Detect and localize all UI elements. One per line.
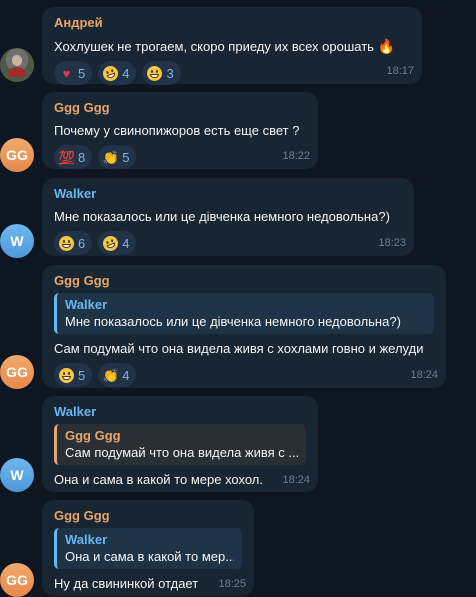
red-heart-icon: ♥ — [62, 65, 71, 81]
reaction-grin[interactable]: 6 — [54, 231, 93, 255]
reaction-count: 3 — [166, 65, 174, 81]
sender-name[interactable]: Ggg Ggg — [54, 100, 306, 116]
message-text: Ну да свининкой отдает — [54, 576, 199, 591]
reaction-heart[interactable]: ♥ 5 — [54, 61, 93, 85]
reaction-grin[interactable]: 5 — [54, 363, 93, 387]
reaction-rofl[interactable]: 4 — [98, 61, 137, 85]
grinning-face-icon — [147, 65, 163, 81]
message-time: 18:22 — [282, 150, 310, 162]
message-bubble[interactable]: Walker Мне показалось или це дівченка не… — [42, 178, 414, 256]
grinning-face-icon — [59, 235, 74, 251]
reactions: 💯 8 👏 5 — [54, 145, 306, 169]
reaction-clap[interactable]: 👏 5 — [98, 145, 137, 169]
message-text: Почему у свинопижоров есть еще свет ? — [54, 123, 300, 138]
rolling-laughing-icon — [101, 233, 121, 253]
message-time: 18:17 — [386, 65, 414, 77]
message-text: Сам подумай что она видела живя с хохлам… — [54, 341, 424, 356]
reaction-count: 5 — [78, 65, 86, 81]
avatar-walker[interactable]: W — [0, 458, 34, 492]
avatar-photo-body — [8, 67, 26, 77]
reply-quote[interactable]: Walker Она и сама в какой то мер... — [54, 528, 242, 569]
message-time: 18:24 — [282, 474, 310, 486]
avatar-walker[interactable]: W — [0, 224, 34, 258]
reactions: ♥ 5 4 3 — [54, 61, 410, 85]
hundred-points-icon: 💯 — [58, 149, 75, 165]
message-time: 18:24 — [410, 369, 438, 381]
quote-text: Сам подумай что она видела живя с ... — [65, 445, 298, 460]
clapping-hands-icon: 👏 — [102, 367, 119, 383]
quote-sender: Walker — [65, 297, 108, 312]
message-time: 18:25 — [218, 578, 246, 590]
clapping-hands-icon: 👏 — [102, 149, 119, 165]
message-text: Она и сама в какой то мере хохол. — [54, 472, 263, 487]
sender-name[interactable]: Ggg Ggg — [54, 508, 242, 524]
reaction-count: 8 — [78, 149, 86, 165]
avatar-ggg[interactable]: GG — [0, 138, 34, 172]
avatar-andrey[interactable] — [0, 48, 34, 82]
sender-name[interactable]: Андрей — [54, 15, 410, 31]
reaction-count: 4 — [122, 367, 130, 383]
reaction-clap[interactable]: 👏 4 — [98, 363, 137, 387]
reaction-count: 6 — [78, 235, 86, 251]
reply-quote[interactable]: Ggg Ggg Сам подумай что она видела живя … — [54, 424, 306, 465]
message-text: Мне показалось или це дівченка немного н… — [54, 209, 390, 224]
reaction-count: 5 — [78, 367, 86, 383]
reactions: 6 4 — [54, 231, 402, 255]
message-text-content: Хохлушек не трогаем, скоро приеду их все… — [54, 39, 374, 54]
message-text: Хохлушек не трогаем, скоро приеду их все… — [54, 37, 410, 56]
message-bubble[interactable]: Андрей Хохлушек не трогаем, скоро приеду… — [42, 7, 422, 85]
message-bubble[interactable]: Walker Ggg Ggg Сам подумай что она видел… — [42, 396, 318, 492]
message-bubble[interactable]: Ggg Ggg Почему у свинопижоров есть еще с… — [42, 92, 318, 169]
reaction-count: 4 — [122, 65, 130, 81]
reactions: 5 👏 4 — [54, 363, 434, 387]
grinning-face-icon — [59, 367, 74, 383]
reaction-count: 4 — [122, 235, 130, 251]
quote-text: Мне показалось или це дівченка немного н… — [65, 314, 401, 329]
reply-quote[interactable]: Walker Мне показалось или це дівченка не… — [54, 293, 434, 334]
rolling-laughing-icon — [101, 63, 121, 83]
message-bubble[interactable]: Ggg Ggg Walker Она и сама в какой то мер… — [42, 500, 254, 596]
sender-name[interactable]: Walker — [54, 186, 402, 202]
avatar-ggg[interactable]: GG — [0, 355, 34, 389]
avatar-photo-head — [12, 56, 22, 66]
reaction-count: 5 — [122, 149, 130, 165]
sender-name[interactable]: Walker — [54, 404, 306, 420]
quote-sender: Ggg Ggg — [65, 428, 121, 443]
reaction-rofl[interactable]: 4 — [98, 231, 137, 255]
message-time: 18:23 — [378, 237, 406, 249]
message-bubble[interactable]: Ggg Ggg Walker Мне показалось или це дів… — [42, 265, 446, 388]
reaction-grin[interactable]: 3 — [142, 61, 181, 85]
quote-sender: Walker — [65, 532, 108, 547]
quote-text: Она и сама в какой то мер... — [65, 549, 234, 564]
fire-icon: 🔥 — [377, 38, 396, 54]
sender-name[interactable]: Ggg Ggg — [54, 273, 434, 289]
reaction-hundred[interactable]: 💯 8 — [54, 145, 93, 169]
avatar-ggg[interactable]: GG — [0, 563, 34, 597]
